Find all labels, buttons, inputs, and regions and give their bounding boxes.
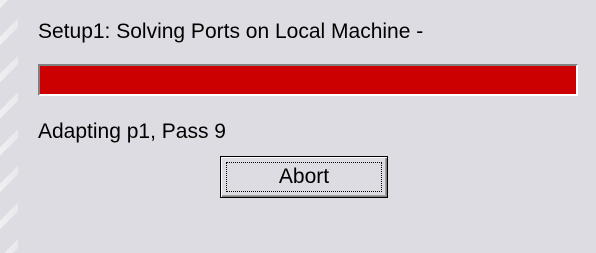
abort-button[interactable]: Abort <box>220 156 388 198</box>
status-title: Setup1: Solving Ports on Local Machine - <box>38 20 424 43</box>
progress-dialog: Setup1: Solving Ports on Local Machine -… <box>18 0 596 253</box>
progress-bar-fill <box>40 66 576 94</box>
step-status-text: Adapting p1, Pass 9 <box>38 120 226 143</box>
abort-button-label: Abort <box>226 162 382 192</box>
progress-bar <box>38 64 578 96</box>
